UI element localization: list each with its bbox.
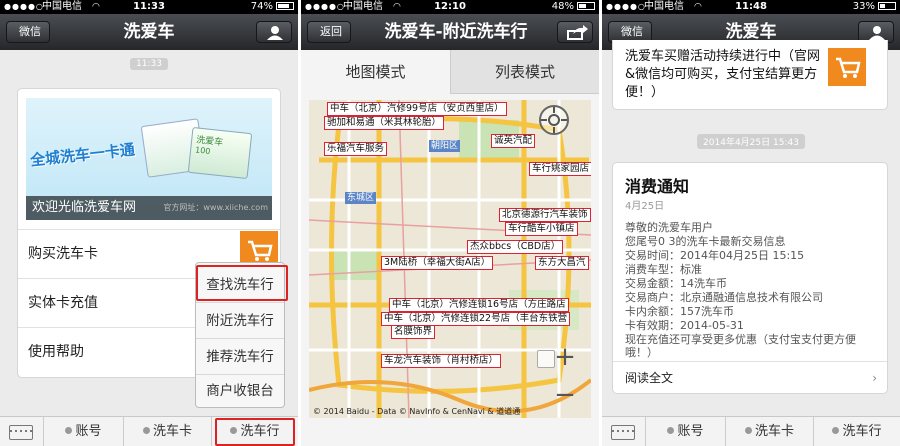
menu-label: 购买洗车卡 [28,246,98,262]
notice-line: 卡内余额：157洗车币 [625,305,734,318]
status-bar: ●●●●○ 中国电信 ◠ 12:10 48% [301,0,599,14]
dot-icon [142,427,150,434]
notice-line: 现在充值还可享受更多优惠（支付宝支付更方便哦！） [625,333,856,359]
keyboard-icon [9,425,33,440]
carwash-marker[interactable]: 车龙汽车装饰（肖村桥店） [381,354,502,368]
notice-line: 交易商户：北京通融通信息技术有限公司 [625,291,823,304]
nav-bar: 返回 洗爱车-附近洗车行 [301,14,599,50]
map-view[interactable]: 朝阳区 东城区 中车（北京）汽修99号店（安贞西里店） 驰加和易通（米其林轮胎）… [309,100,591,418]
battery-percent: 33% [852,1,875,12]
carwash-marker[interactable]: 名膜饰界 [391,325,436,339]
dot-icon [744,427,752,434]
tab-label: 洗车卡 [152,424,192,439]
carwash-marker[interactable]: 3M陆桥（幸福大街A店） [381,256,494,270]
share-icon [567,25,588,40]
message-time-badge: 2014年4月25日 15:43 [697,134,805,149]
keyboard-icon [611,425,635,440]
carwash-marker[interactable]: 东方大昌汽 [535,256,589,270]
screen-consumption-notice: ●●●●○ 中国电信 ◠ 11:48 33% 微信 洗爱车 洗爱车买赠活动持续进… [602,0,900,446]
notice-line: 卡有效期：2014-05-31 [625,319,744,332]
status-bar: ●●●●○ 中国电信 ◠ 11:33 74% [0,0,298,14]
dot-icon [832,427,840,434]
highlight-box [215,418,295,446]
profile-button[interactable] [256,21,292,43]
keyboard-toggle[interactable] [0,417,44,446]
tab-wash-card[interactable]: 洗车卡 [124,417,212,446]
card-value-text: 100 [194,145,211,156]
read-more-label: 阅读全文 [625,371,674,385]
banner-image[interactable]: 洗爱车 100 全城洗车一卡通 欢迎光临洗爱车网 官方网址：www.xiiche.… [26,98,272,220]
zoom-out-button[interactable]: − [551,382,579,410]
tab-label: 账号 [75,424,102,439]
carwash-marker[interactable]: 中车（北京）汽修连锁16号店（方庄路店 [389,298,569,312]
crosshair-icon [541,107,567,133]
carwash-marker[interactable]: 车行酷车小镇店 [505,222,578,236]
battery-icon [276,2,294,10]
zoom-in-button[interactable]: + [551,344,579,372]
notice-line: 消费车型：标准 [625,263,702,276]
carwash-marker[interactable]: 驰加和易通（米其林轮胎） [324,116,445,130]
status-bar: ●●●●○ 中国电信 ◠ 11:48 33% [602,0,900,14]
notice-title: 消费通知 [625,177,690,196]
bottom-menu-bar: 账号 洗车卡 洗车行 [602,416,900,446]
dot-icon [667,427,675,434]
menu-label: 实体卡充值 [28,295,98,311]
cart-icon [828,48,866,86]
notice-card[interactable]: 消费通知 4月25日 尊敬的洗爱车用户 您尾号0 3的洗车卡最新交易信息 交易时… [612,162,888,394]
keyboard-toggle[interactable] [602,417,646,446]
carwash-marker[interactable]: 中车（北京）汽修99号店（安贞西里店） [327,102,507,116]
notice-line: 您尾号0 3的洗车卡最新交易信息 [625,235,786,248]
popup-nearby-carwash[interactable]: 附近洗车行 [196,303,284,339]
chevron-right-icon: › [872,371,877,385]
tab-label: 洗车行 [842,424,882,439]
menu-label: 使用帮助 [28,344,84,360]
promo-card[interactable]: 洗爱车买赠活动持续进行中（官网&微信均可购买，支付宝结算更方便！） [612,40,888,110]
popup-merchant-cashier[interactable]: 商户收银台 [196,373,284,409]
person-icon [267,26,283,40]
tab-list-mode[interactable]: 列表模式 [450,50,599,94]
tab-account[interactable]: 账号 [646,417,726,446]
banner-title: 全城洗车一卡通 [29,140,136,170]
tab-account[interactable]: 账号 [44,417,124,446]
tab-carwash[interactable]: 洗车行 [814,417,900,446]
nav-bar: 微信 洗爱车 [0,14,298,50]
tab-map-mode[interactable]: 地图模式 [301,50,450,94]
read-more-row[interactable]: 阅读全文 › [613,361,887,394]
banner-caption: 欢迎光临洗爱车网 [32,200,137,215]
carwash-marker[interactable]: 乐福汽车服务 [324,142,388,156]
battery-icon [577,2,595,10]
promo-text: 洗爱车买赠活动持续进行中（官网&微信均可购买，支付宝结算更方便！） [625,49,821,100]
notice-date: 4月25日 [625,201,665,212]
battery-icon [878,2,896,10]
tab-label: 洗车卡 [754,424,794,439]
popup-recommended-carwash[interactable]: 推荐洗车行 [196,339,284,375]
carwash-marker[interactable]: 北京德源行汽车装饰 [499,208,591,222]
banner-caption-bar: 欢迎光临洗爱车网 官方网址：www.xiiche.com [26,196,272,220]
page-title: 洗爱车-附近洗车行 [384,22,528,42]
notice-line: 交易时间：2014年04月25日 15:15 [625,249,805,262]
map-copyright: © 2014 Baidu - Data © NavInfo & CenNavi … [313,407,521,416]
battery-percent: 48% [551,1,574,12]
district-label: 东城区 [345,192,377,204]
share-button[interactable] [557,21,593,43]
highlight-box [196,265,288,301]
tab-label: 账号 [677,424,704,439]
notice-line: 尊敬的洗爱车用户 [625,221,713,234]
screen-wechat-menu: ●●●●○ 中国电信 ◠ 11:33 74% 微信 洗爱车 11:33 洗爱车 1… [0,0,298,446]
message-time-badge: 11:33 [130,58,168,70]
notice-line: 交易金额：14洗车币 [625,277,727,290]
locate-button[interactable] [539,105,569,135]
carwash-marker[interactable]: 车行姚家园店 [529,162,591,176]
screen-nearby-map: ●●●●○ 中国电信 ◠ 12:10 48% 返回 洗爱车-附近洗车行 地图模式… [301,0,599,446]
carwash-marker[interactable]: 中车（北京）汽修连锁22号店（丰台东铁营 [381,312,571,326]
dot-icon [65,427,73,434]
card-graphic-2: 洗爱车 100 [187,126,253,180]
carwash-marker[interactable]: 杰众bbcs（CBD店） [467,240,564,254]
battery-percent: 74% [250,1,273,12]
tab-wash-card[interactable]: 洗车卡 [726,417,814,446]
banner-url: 官方网址：www.xiiche.com [163,203,268,212]
district-label: 朝阳区 [429,140,461,152]
carwash-marker[interactable]: 诚英汽配 [491,134,536,148]
page-title: 洗爱车 [123,22,175,42]
